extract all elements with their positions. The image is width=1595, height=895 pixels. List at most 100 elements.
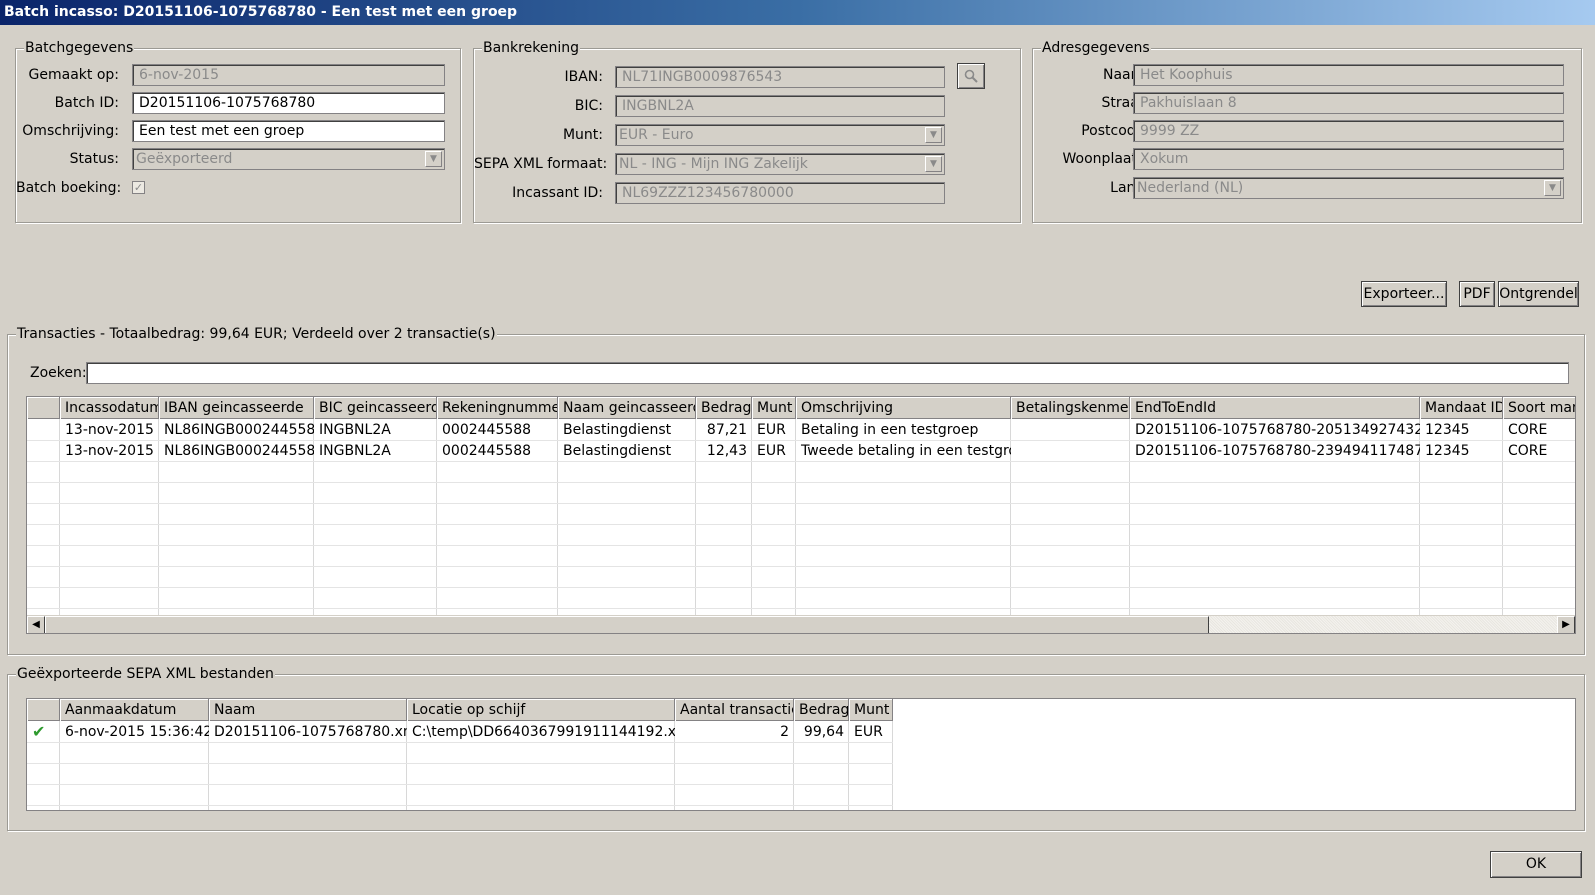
status-label: Status:	[69, 151, 119, 167]
status-value: Geëxporteerd	[136, 151, 233, 167]
column-header[interactable]: Omschrijving	[796, 397, 1011, 419]
table-cell: INGBNL2A	[319, 443, 391, 459]
table-cell: Belastingdienst	[563, 443, 672, 459]
column-header[interactable]: Naam	[209, 699, 407, 721]
naam-label: Naam:	[1103, 67, 1149, 83]
column-header[interactable]: Naam geincasseerde	[558, 397, 696, 419]
munt-select[interactable]: EUR - Euro ▼	[615, 124, 945, 146]
naam-field: Het Koophuis	[1133, 64, 1564, 86]
omschrijving-field[interactable]: Een test met een groep	[132, 120, 445, 142]
batch-id-label: Batch ID:	[54, 95, 119, 111]
table-cell: 87,21	[706, 422, 747, 438]
iban-field: NL71INGB0009876543	[615, 66, 945, 88]
adresgegevens-legend: Adresgegevens	[1041, 40, 1151, 56]
column-header[interactable]: Munt	[752, 397, 796, 419]
table-cell: INGBNL2A	[319, 422, 391, 438]
chevron-down-icon[interactable]: ▼	[925, 127, 942, 143]
column-header[interactable]	[27, 699, 60, 721]
chevron-down-icon[interactable]: ▼	[425, 151, 442, 167]
table-cell: Belastingdienst	[563, 422, 672, 438]
chevron-down-icon[interactable]: ▼	[1544, 180, 1561, 196]
postcode-field: 9999 ZZ	[1133, 120, 1564, 142]
row-divider	[27, 742, 893, 743]
zoeken-label: Zoeken:	[30, 365, 87, 381]
bestanden-legend: Geëxporteerde SEPA XML bestanden	[16, 666, 275, 682]
check-icon: ✔	[32, 722, 46, 741]
iban-label: IBAN:	[564, 69, 604, 85]
column-header[interactable]	[27, 397, 60, 419]
column-header[interactable]: Munt	[849, 699, 893, 721]
column-header[interactable]: Aantal transacties	[675, 699, 794, 721]
gemaakt-label: Gemaakt op:	[28, 67, 119, 83]
column-header[interactable]: Mandaat ID	[1420, 397, 1503, 419]
column-header[interactable]: Soort mand	[1503, 397, 1575, 419]
batch-id-field[interactable]: D20151106-1075768780	[132, 92, 445, 114]
column-header[interactable]: Betalingskenmerk	[1011, 397, 1130, 419]
munt-value: EUR - Euro	[619, 127, 694, 143]
ok-button[interactable]: OK	[1490, 851, 1582, 878]
column-header[interactable]: BIC geincasseerde	[314, 397, 437, 419]
table-cell: NL86INGB0002445588	[164, 443, 314, 459]
land-label: Land:	[1110, 180, 1149, 196]
munt-label: Munt:	[562, 127, 603, 143]
table-cell: 12,43	[706, 443, 747, 459]
table-cell: EUR	[757, 443, 786, 459]
table-cell: CORE	[1508, 422, 1548, 438]
table-cell	[1011, 420, 1130, 440]
row-divider	[27, 461, 1575, 462]
bestanden-group: Geëxporteerde SEPA XML bestanden Aanmaak…	[7, 666, 1585, 831]
row-divider	[27, 545, 1575, 546]
transacties-legend: Transacties - Totaalbedrag: 99,64 EUR; V…	[16, 326, 497, 342]
omschrijving-label: Omschrijving:	[22, 123, 119, 139]
straat-field: Pakhuislaan 8	[1133, 92, 1564, 114]
table-cell: CORE	[1508, 443, 1548, 459]
adresgegevens-group: Adresgegevens Naam: Het Koophuis Straat:…	[1032, 40, 1582, 223]
land-select[interactable]: Nederland (NL) ▼	[1133, 177, 1564, 199]
table-cell: EUR	[757, 422, 786, 438]
bankrekening-legend: Bankrekening	[482, 40, 580, 56]
column-header[interactable]: Locatie op schijf	[407, 699, 675, 721]
table-cell: 2	[780, 724, 789, 740]
table-cell: 12345	[1425, 443, 1470, 459]
boeking-label: Batch boeking:	[16, 180, 122, 196]
table-cell: D20151106-1075768780.xml	[214, 724, 407, 740]
bankrekening-group: Bankrekening IBAN: NL71INGB0009876543 BI…	[473, 40, 1021, 223]
bestanden-table: Aanmaakdatum Naam Locatie op schijf Aantal …	[26, 698, 1576, 811]
ontgrendel-button[interactable]: Ontgrendel	[1498, 281, 1579, 307]
scroll-thumb[interactable]	[45, 616, 1209, 633]
column-header[interactable]: Aanmaakdatum	[60, 699, 209, 721]
column-header[interactable]: Incassodatum	[60, 397, 159, 419]
scroll-right-icon[interactable]: ▶	[1557, 616, 1575, 633]
table-cell: Tweede betaling in een testgroep	[801, 443, 1011, 459]
sepa-label: SEPA XML formaat:	[474, 156, 608, 172]
pdf-button[interactable]: PDF	[1459, 281, 1495, 307]
table-cell: 99,64	[803, 724, 844, 740]
scroll-left-icon[interactable]: ◀	[27, 616, 45, 633]
table-cell: 13-nov-2015	[65, 443, 154, 459]
boeking-checkbox[interactable]: ✓	[132, 181, 145, 194]
column-header[interactable]: IBAN geincasseerde	[159, 397, 314, 419]
table-cell: C:\temp\DD6640367991911144192.xml	[412, 724, 675, 740]
table-cell: 0002445588	[442, 443, 532, 459]
row-divider	[27, 524, 1575, 525]
column-header[interactable]: Bedrag	[794, 699, 849, 721]
table-cell: 12345	[1425, 422, 1470, 438]
sepa-value: NL - ING - Mijn ING Zakelijk	[619, 156, 808, 172]
sepa-select[interactable]: NL - ING - Mijn ING Zakelijk ▼	[615, 153, 945, 175]
row-divider	[27, 784, 893, 785]
exporteer-button[interactable]: Exporteer...	[1361, 281, 1447, 307]
column-header[interactable]: Bedrag	[696, 397, 752, 419]
chevron-down-icon[interactable]: ▼	[925, 156, 942, 172]
bic-field: INGBNL2A	[615, 95, 945, 117]
table-header: Incassodatum IBAN geincasseerde BIC geinca…	[27, 397, 1575, 419]
status-select[interactable]: Geëxporteerd ▼	[132, 148, 445, 170]
column-header[interactable]: EndToEndId	[1130, 397, 1420, 419]
table-cell	[1011, 441, 1130, 461]
column-header[interactable]: Rekeningnummer	[437, 397, 558, 419]
search-icon	[964, 69, 978, 83]
land-value: Nederland (NL)	[1137, 180, 1244, 196]
zoeken-input[interactable]	[86, 362, 1569, 384]
horizontal-scrollbar[interactable]: ◀ ▶	[27, 615, 1575, 633]
iban-search-button[interactable]	[957, 63, 985, 89]
postcode-label: Postcode:	[1081, 123, 1149, 139]
